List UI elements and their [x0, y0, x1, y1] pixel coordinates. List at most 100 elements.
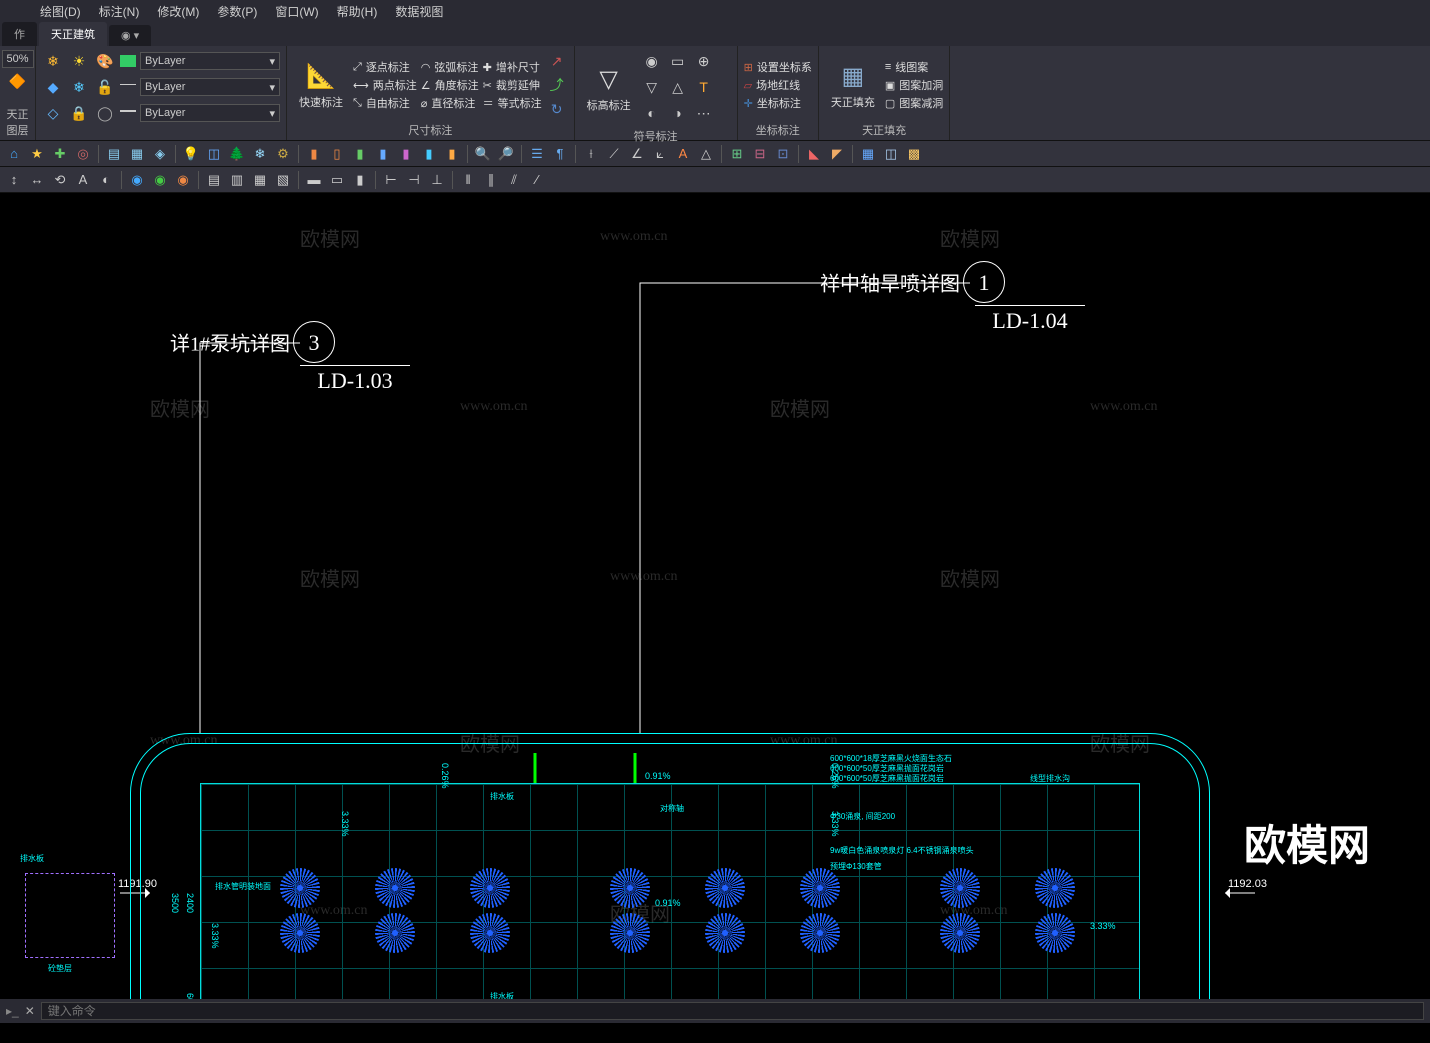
tb-d3-icon[interactable]: ∠	[627, 144, 647, 164]
tb2-h4-icon[interactable]: ∕	[527, 170, 547, 190]
layer-combo-1[interactable]: ByLayer▾	[140, 52, 280, 70]
sym-4[interactable]: ▽	[641, 76, 663, 98]
layer-icon-a[interactable]: ◆	[42, 76, 64, 98]
tb-d5-icon[interactable]: A	[673, 144, 693, 164]
layer-icon-sun[interactable]: ☀	[68, 50, 90, 72]
tb2-al3-icon[interactable]: ▦	[250, 170, 270, 190]
tb-snap-icon[interactable]: ◈	[150, 144, 170, 164]
tb-g3-icon[interactable]: ▩	[904, 144, 924, 164]
dim-eq[interactable]: ＝等式标注	[483, 95, 542, 111]
layer-icon-lock[interactable]: 🎨	[94, 50, 116, 72]
tb-cube-icon[interactable]: ◫	[204, 144, 224, 164]
tb2-h1-icon[interactable]: ‖	[458, 170, 478, 190]
drawing-canvas[interactable]: 欧模网 www.om.cn 欧模网 欧模网 www.om.cn 欧模网 www.…	[0, 193, 1430, 1023]
dim-angle[interactable]: ∠角度标注	[421, 77, 479, 93]
layer-icon-b[interactable]: ❄	[68, 76, 90, 98]
tb2-ar1-icon[interactable]: ▬	[304, 170, 324, 190]
dim-free[interactable]: ⤡自由标注	[353, 95, 417, 111]
dim-tool-c[interactable]: ↻	[546, 98, 568, 120]
tb-g2-icon[interactable]: ◫	[881, 144, 901, 164]
tb2-a[interactable]: ↕	[4, 170, 24, 190]
layer-combo-3[interactable]: ByLayer▾	[140, 104, 280, 122]
tb-snow-icon[interactable]: ❄	[250, 144, 270, 164]
quick-dim-button[interactable]: 📐 快速标注	[293, 58, 349, 112]
tb-d1-icon[interactable]: ⟊	[581, 144, 601, 164]
tb2-al2-icon[interactable]: ▥	[227, 170, 247, 190]
tb-target-icon[interactable]: ◎	[73, 144, 93, 164]
sym-9[interactable]: ⋯	[693, 102, 715, 124]
fill-line[interactable]: ≡线图案	[885, 59, 943, 75]
tb-zoom-icon[interactable]: 🔎	[496, 144, 516, 164]
tb-e2-icon[interactable]: ⊟	[750, 144, 770, 164]
fill-button[interactable]: ▦ 天正填充	[825, 58, 881, 112]
color-swatch-green[interactable]	[120, 55, 136, 67]
menu-draw[interactable]: 绘图(D)	[40, 3, 81, 20]
tb-star-icon[interactable]: ★	[27, 144, 47, 164]
dim-chord[interactable]: ◠弦弧标注	[421, 59, 479, 75]
tb2-e[interactable]: ◐	[96, 170, 116, 190]
dim-trim[interactable]: ✂裁剪延伸	[483, 77, 542, 93]
tb2-c[interactable]: ⟲	[50, 170, 70, 190]
tb-e3-icon[interactable]: ⊡	[773, 144, 793, 164]
menu-dataview[interactable]: 数据视图	[395, 3, 443, 20]
layer-icon-e[interactable]: 🔒	[68, 102, 90, 124]
sym-2[interactable]: ▭	[667, 50, 689, 72]
tb2-al4-icon[interactable]: ▧	[273, 170, 293, 190]
layer-icon[interactable]: 🔶	[7, 70, 29, 92]
tb-a7-icon[interactable]: ▮	[442, 144, 462, 164]
tb2-b[interactable]: ↔	[27, 170, 47, 190]
sym-8[interactable]: ◑	[667, 102, 689, 124]
sym-1[interactable]: ◉	[641, 50, 663, 72]
coord-set[interactable]: ⊞设置坐标系	[744, 59, 812, 75]
dim-diameter[interactable]: ⌀直径标注	[421, 95, 479, 111]
tab-extra[interactable]: ◉ ▾	[109, 25, 151, 46]
tb2-orange-icon[interactable]: ◉	[173, 170, 193, 190]
tab-left[interactable]: 作	[2, 22, 37, 46]
layer-combo-2[interactable]: ByLayer▾	[140, 78, 280, 96]
cmd-close-icon[interactable]: ✕	[25, 1004, 35, 1018]
tb2-al1-icon[interactable]: ▤	[204, 170, 224, 190]
tb-d4-icon[interactable]: ⟀	[650, 144, 670, 164]
tb-a5-icon[interactable]: ▮	[396, 144, 416, 164]
layer-icon-f[interactable]: ◯	[94, 102, 116, 124]
sym-5[interactable]: △	[667, 76, 689, 98]
tb-a1-icon[interactable]: ▮	[304, 144, 324, 164]
dim-add[interactable]: ✚增补尺寸	[483, 59, 542, 75]
tb2-ar3-icon[interactable]: ▮	[350, 170, 370, 190]
tb-tree-icon[interactable]: 🌲	[227, 144, 247, 164]
tb-a4-icon[interactable]: ▮	[373, 144, 393, 164]
tb2-d2-icon[interactable]: ⊣	[404, 170, 424, 190]
tb-a6-icon[interactable]: ▮	[419, 144, 439, 164]
sym-3[interactable]: ⊕	[693, 50, 715, 72]
coord-redline[interactable]: ▱场地红线	[744, 77, 812, 93]
tb2-blue-icon[interactable]: ◉	[127, 170, 147, 190]
menu-dimension[interactable]: 标注(N)	[99, 3, 140, 20]
tb-e1-icon[interactable]: ⊞	[727, 144, 747, 164]
menu-help[interactable]: 帮助(H)	[337, 3, 378, 20]
tb-a2-icon[interactable]: ▯	[327, 144, 347, 164]
tb-d2-icon[interactable]: ⟋	[604, 144, 624, 164]
tb-f1-icon[interactable]: ◣	[804, 144, 824, 164]
tb-bulb-icon[interactable]: 💡	[181, 144, 201, 164]
menu-params[interactable]: 参数(P)	[217, 3, 257, 20]
layer-icon-freeze[interactable]: ❄	[42, 50, 64, 72]
dim-tool-b[interactable]: ⤴	[546, 74, 568, 96]
layer-icon-c[interactable]: 🔓	[94, 76, 116, 98]
tb2-d3-icon[interactable]: ⊥	[427, 170, 447, 190]
tb-plus-icon[interactable]: ✚	[50, 144, 70, 164]
fill-hole-add[interactable]: ▣图案加洞	[885, 77, 943, 93]
sym-7[interactable]: ◐	[641, 102, 663, 124]
tb-gear-icon[interactable]: ⚙	[273, 144, 293, 164]
tb-grid-icon[interactable]: ▦	[127, 144, 147, 164]
layer-icon-d[interactable]: ◇	[42, 102, 64, 124]
tb-list-icon[interactable]: ☰	[527, 144, 547, 164]
sym-6[interactable]: T	[693, 76, 715, 98]
menu-window[interactable]: 窗口(W)	[275, 3, 318, 20]
tb-para-icon[interactable]: ¶	[550, 144, 570, 164]
menu-modify[interactable]: 修改(M)	[157, 3, 199, 20]
command-input[interactable]	[41, 1002, 1424, 1020]
fill-hole-sub[interactable]: ▢图案减洞	[885, 95, 943, 111]
tb-home-icon[interactable]: ⌂	[4, 144, 24, 164]
tb-f2-icon[interactable]: ◤	[827, 144, 847, 164]
elev-button[interactable]: ▽ 标高标注	[581, 61, 637, 115]
